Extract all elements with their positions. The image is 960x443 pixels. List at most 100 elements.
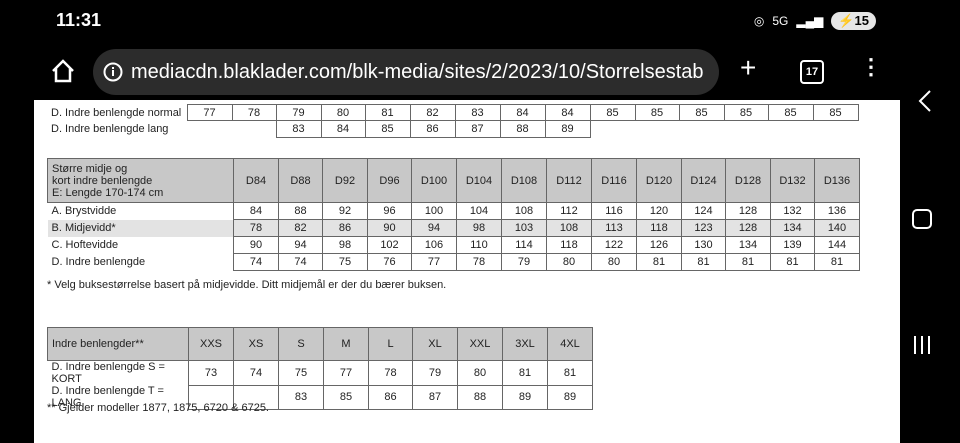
cell: 81: [502, 360, 548, 386]
cell: 123: [681, 219, 726, 237]
hotspot-icon: ◎: [753, 14, 765, 28]
cell: 83: [275, 120, 322, 138]
cell: 89: [502, 384, 548, 410]
cell: 88: [457, 384, 503, 410]
cell: 118: [636, 219, 682, 237]
overflow-menu-button[interactable]: ⋮: [860, 56, 882, 78]
cell: 86: [322, 219, 368, 237]
cell: 78: [456, 253, 502, 271]
cell: 104: [456, 202, 502, 220]
cell: 85: [812, 104, 859, 121]
cell: 81: [636, 253, 682, 271]
cell: 86: [368, 384, 413, 410]
cell: 74: [278, 253, 323, 271]
header-label: Større midje og kort indre benlengde E: …: [47, 158, 234, 203]
column-header: XXL: [457, 327, 503, 361]
cell: 75: [278, 360, 324, 386]
column-header: D92: [322, 158, 368, 203]
row-label: C. Hoftevidde: [51, 239, 119, 251]
cell: 139: [770, 236, 815, 254]
header-label-line: E: Lengde 170-174 cm: [52, 186, 164, 199]
system-nav-bar: [900, 0, 960, 443]
header-label-line: kort indre benlengde: [52, 174, 153, 187]
empty-cell: [679, 121, 724, 138]
column-header: 4XL: [547, 327, 593, 361]
home-nav-button[interactable]: [912, 209, 932, 229]
cell: 80: [457, 360, 503, 386]
new-tab-button[interactable]: +: [740, 54, 756, 82]
cell: 106: [411, 236, 457, 254]
header-label-line: Større midje og: [52, 162, 128, 175]
cell: 94: [411, 219, 457, 237]
column-header: D112: [546, 158, 592, 203]
cell: 85: [634, 104, 680, 121]
recent-apps-button[interactable]: [912, 335, 932, 361]
cell: 89: [544, 120, 591, 138]
column-header: D128: [725, 158, 771, 203]
cell: 85: [678, 104, 725, 121]
column-header: D108: [501, 158, 547, 203]
cell: 90: [367, 219, 412, 237]
column-header: D124: [681, 158, 726, 203]
empty-cell: [813, 121, 858, 138]
cell: 84: [233, 202, 279, 220]
cell: 128: [725, 202, 771, 220]
cell: 83: [278, 384, 324, 410]
column-header: D120: [636, 158, 682, 203]
back-button[interactable]: [918, 88, 932, 120]
tab-switcher-button[interactable]: 17: [800, 60, 824, 84]
cell: 83: [454, 104, 501, 121]
column-header: D100: [411, 158, 457, 203]
empty-cell: [724, 121, 768, 138]
cell: 79: [275, 104, 322, 121]
site-info-icon[interactable]: [103, 62, 123, 87]
column-header: L: [368, 327, 413, 361]
home-button[interactable]: [50, 58, 76, 89]
cell: 84: [499, 104, 546, 121]
cell: 103: [501, 219, 547, 237]
row-label: B. Midjevidd*: [47, 219, 234, 237]
address-bar[interactable]: mediacdn.blaklader.com/blk-media/sites/2…: [93, 49, 719, 95]
cell: 108: [546, 219, 592, 237]
cell: 88: [499, 120, 546, 138]
table-row: D. Indre benlengde lang 83 84 85 86 87 8…: [47, 120, 858, 138]
cell: 85: [323, 384, 369, 410]
cell: 78: [368, 360, 413, 386]
cell: 84: [320, 120, 366, 138]
cell: 144: [814, 236, 860, 254]
cell: 126: [636, 236, 682, 254]
cell: 85: [589, 104, 636, 121]
cell: 80: [591, 253, 637, 271]
status-icons: ◎ 5G ▂▄▆ ⚡15: [754, 12, 876, 30]
cell: 74: [233, 253, 279, 271]
cell: 100: [411, 202, 457, 220]
cell: 110: [456, 236, 502, 254]
midje-footnote: * Velg buksestørrelse basert på midjevid…: [47, 279, 447, 291]
status-bar: 11:31 ◎ 5G ▂▄▆ ⚡15: [0, 0, 960, 44]
column-header: D104: [456, 158, 502, 203]
models-footnote: ** Gjelder modeller 1877, 1875, 6720 & 6…: [47, 402, 269, 414]
cell: 102: [367, 236, 412, 254]
cell: 130: [681, 236, 726, 254]
cell: 87: [412, 384, 458, 410]
table-row: C. Hoftevidde 90 94 98 102 106 110 114 1…: [48, 236, 860, 254]
row-label: D. Indre benlengde normal: [51, 106, 182, 119]
cell: 134: [770, 219, 815, 237]
cell: 134: [725, 236, 771, 254]
column-header: XL: [412, 327, 458, 361]
cell: 128: [725, 219, 771, 237]
cell: 140: [814, 219, 860, 237]
column-header: D88: [278, 158, 323, 203]
cell: 84: [544, 104, 591, 121]
cell: 81: [364, 104, 411, 121]
empty-cell: [232, 121, 276, 138]
table-row: B. Midjevidd* 78 82 86 90 94 98 103 108 …: [47, 219, 860, 237]
battery-badge: ⚡15: [831, 12, 876, 30]
cell: 80: [546, 253, 592, 271]
table-row: A. Brystvidde 84 88 92 96 100 104 108 11…: [48, 202, 860, 220]
cell: 82: [409, 104, 456, 121]
cell: 89: [547, 384, 593, 410]
cell: 120: [636, 202, 682, 220]
table-row: D. Indre benlengde 74 74 75 76 77 78 79 …: [48, 253, 860, 271]
cell: 81: [547, 360, 593, 386]
